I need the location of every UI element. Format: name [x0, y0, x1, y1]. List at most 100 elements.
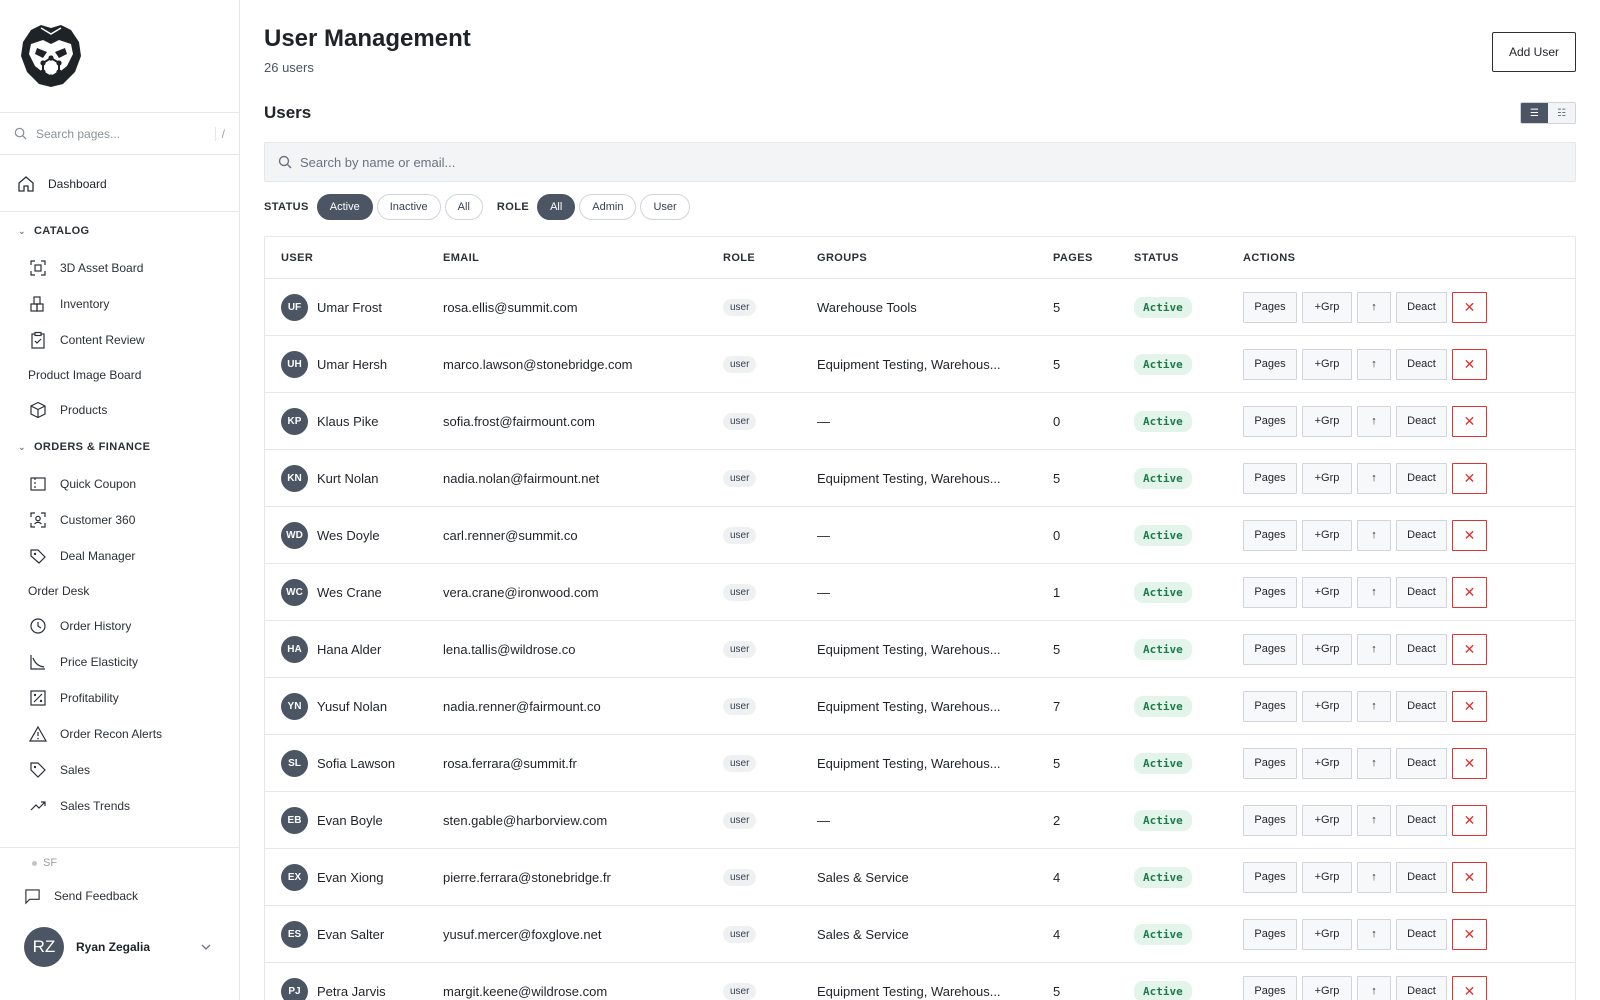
- add-group-button[interactable]: +Grp: [1302, 804, 1352, 836]
- deactivate-button[interactable]: Deact: [1396, 975, 1447, 1000]
- delete-button[interactable]: ✕: [1452, 690, 1487, 722]
- add-group-button[interactable]: +Grp: [1302, 690, 1352, 722]
- section-toggle-catalog[interactable]: ⌄ CATALOG: [0, 212, 240, 250]
- promote-button[interactable]: ↑: [1357, 861, 1391, 893]
- pages-button[interactable]: Pages: [1243, 804, 1297, 836]
- role-filter-user[interactable]: User: [640, 194, 690, 220]
- add-group-button[interactable]: +Grp: [1302, 462, 1352, 494]
- sidebar-item-profitability[interactable]: Profitability: [0, 680, 240, 716]
- page-search[interactable]: Search pages... /: [0, 113, 239, 155]
- sidebar-item-order-desk[interactable]: Order Desk: [0, 574, 240, 608]
- promote-button[interactable]: ↑: [1357, 633, 1391, 665]
- send-feedback-link[interactable]: Send Feedback: [0, 878, 240, 914]
- role-filter-all[interactable]: All: [537, 194, 576, 220]
- deactivate-button[interactable]: Deact: [1396, 519, 1447, 551]
- deactivate-button[interactable]: Deact: [1396, 690, 1447, 722]
- deactivate-button[interactable]: Deact: [1396, 633, 1447, 665]
- promote-button[interactable]: ↑: [1357, 405, 1391, 437]
- pages-button[interactable]: Pages: [1243, 747, 1297, 779]
- add-group-button[interactable]: +Grp: [1302, 519, 1352, 551]
- delete-button[interactable]: ✕: [1452, 348, 1487, 380]
- promote-button[interactable]: ↑: [1357, 918, 1391, 950]
- pages-button[interactable]: Pages: [1243, 861, 1297, 893]
- sidebar-item-inventory[interactable]: Inventory: [0, 286, 240, 322]
- promote-button[interactable]: ↑: [1357, 690, 1391, 722]
- promote-button[interactable]: ↑: [1357, 348, 1391, 380]
- promote-button[interactable]: ↑: [1357, 462, 1391, 494]
- role-filter-admin[interactable]: Admin: [579, 194, 637, 220]
- deactivate-button[interactable]: Deact: [1396, 576, 1447, 608]
- promote-button[interactable]: ↑: [1357, 291, 1391, 323]
- pages-button[interactable]: Pages: [1243, 348, 1297, 380]
- delete-button[interactable]: ✕: [1452, 633, 1487, 665]
- add-user-button[interactable]: Add User: [1492, 32, 1576, 72]
- deactivate-button[interactable]: Deact: [1396, 348, 1447, 380]
- sidebar-item-deal-manager[interactable]: Deal Manager: [0, 538, 240, 574]
- pages-button[interactable]: Pages: [1243, 918, 1297, 950]
- pages-button[interactable]: Pages: [1243, 975, 1297, 1000]
- deactivate-button[interactable]: Deact: [1396, 861, 1447, 893]
- promote-button[interactable]: ↑: [1357, 804, 1391, 836]
- pages-button[interactable]: Pages: [1243, 519, 1297, 551]
- delete-button[interactable]: ✕: [1452, 291, 1487, 323]
- delete-button[interactable]: ✕: [1452, 576, 1487, 608]
- sidebar-item-dashboard[interactable]: Dashboard: [0, 157, 240, 212]
- add-group-button[interactable]: +Grp: [1302, 633, 1352, 665]
- pages-button[interactable]: Pages: [1243, 462, 1297, 494]
- add-group-button[interactable]: +Grp: [1302, 576, 1352, 608]
- pages-button[interactable]: Pages: [1243, 633, 1297, 665]
- brand-logo-icon[interactable]: [17, 22, 85, 88]
- delete-button[interactable]: ✕: [1452, 804, 1487, 836]
- delete-button[interactable]: ✕: [1452, 405, 1487, 437]
- table-row: KN Kurt Nolan nadia.nolan@fairmount.net use…: [265, 450, 1575, 507]
- add-group-button[interactable]: +Grp: [1302, 348, 1352, 380]
- deactivate-button[interactable]: Deact: [1396, 747, 1447, 779]
- user-search-input[interactable]: [300, 154, 900, 170]
- sidebar-item-order-history[interactable]: Order History: [0, 608, 240, 644]
- sidebar-item-customer-360[interactable]: Customer 360: [0, 502, 240, 538]
- delete-button[interactable]: ✕: [1452, 462, 1487, 494]
- delete-button[interactable]: ✕: [1452, 918, 1487, 950]
- deactivate-button[interactable]: Deact: [1396, 462, 1447, 494]
- user-cell: KN Kurt Nolan: [265, 464, 443, 492]
- add-group-button[interactable]: +Grp: [1302, 747, 1352, 779]
- add-group-button[interactable]: +Grp: [1302, 918, 1352, 950]
- list-view-button[interactable]: ☰: [1521, 103, 1548, 123]
- pages-button[interactable]: Pages: [1243, 690, 1297, 722]
- add-group-button[interactable]: +Grp: [1302, 861, 1352, 893]
- delete-button[interactable]: ✕: [1452, 519, 1487, 551]
- delete-button[interactable]: ✕: [1452, 861, 1487, 893]
- deactivate-button[interactable]: Deact: [1396, 804, 1447, 836]
- status-filter-all[interactable]: All: [444, 194, 483, 220]
- pages-button[interactable]: Pages: [1243, 291, 1297, 323]
- sidebar-item-price-elasticity[interactable]: Price Elasticity: [0, 644, 240, 680]
- sidebar-item-sales-trends[interactable]: Sales Trends: [0, 788, 240, 824]
- role-cell: user: [723, 526, 817, 544]
- sidebar-item-product-image-board[interactable]: Product Image Board: [0, 358, 240, 392]
- promote-button[interactable]: ↑: [1357, 975, 1391, 1000]
- sidebar-item-3d-asset-board[interactable]: 3D Asset Board: [0, 250, 240, 286]
- delete-button[interactable]: ✕: [1452, 975, 1487, 1000]
- sidebar-item-order-recon-alerts[interactable]: Order Recon Alerts: [0, 716, 240, 752]
- section-toggle-orders-finance[interactable]: ⌄ ORDERS & FINANCE: [0, 428, 240, 466]
- deactivate-button[interactable]: Deact: [1396, 405, 1447, 437]
- sidebar-item-sales[interactable]: Sales: [0, 752, 240, 788]
- add-group-button[interactable]: +Grp: [1302, 291, 1352, 323]
- promote-button[interactable]: ↑: [1357, 747, 1391, 779]
- pages-button[interactable]: Pages: [1243, 576, 1297, 608]
- pages-button[interactable]: Pages: [1243, 405, 1297, 437]
- sidebar-item-products[interactable]: Products: [0, 392, 240, 428]
- add-group-button[interactable]: +Grp: [1302, 405, 1352, 437]
- promote-button[interactable]: ↑: [1357, 576, 1391, 608]
- sidebar-item-content-review[interactable]: Content Review: [0, 322, 240, 358]
- delete-button[interactable]: ✕: [1452, 747, 1487, 779]
- status-filter-inactive[interactable]: Inactive: [376, 194, 441, 220]
- user-menu[interactable]: RZ Ryan Zegalia: [0, 914, 240, 980]
- deactivate-button[interactable]: Deact: [1396, 918, 1447, 950]
- sidebar-item-quick-coupon[interactable]: Quick Coupon: [0, 466, 240, 502]
- promote-button[interactable]: ↑: [1357, 519, 1391, 551]
- status-filter-active[interactable]: Active: [316, 194, 373, 220]
- grid-view-button[interactable]: ☷: [1548, 103, 1575, 123]
- deactivate-button[interactable]: Deact: [1396, 291, 1447, 323]
- add-group-button[interactable]: +Grp: [1302, 975, 1352, 1000]
